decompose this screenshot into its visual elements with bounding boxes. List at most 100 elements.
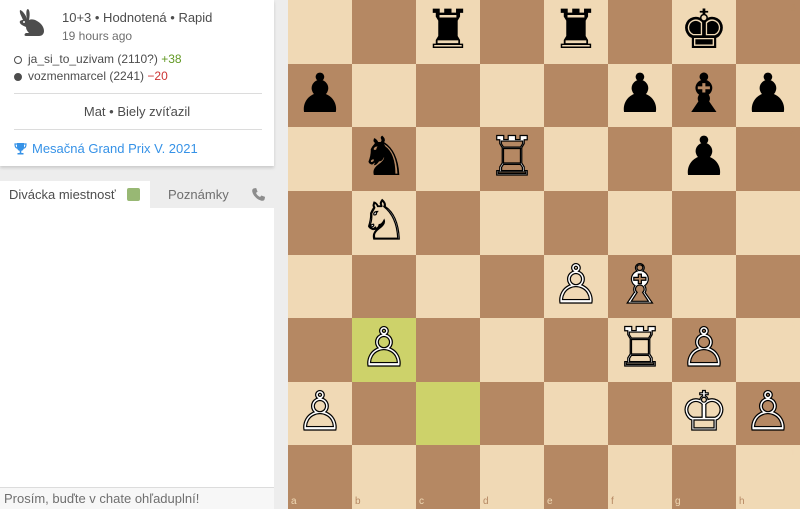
rabbit-icon	[19, 9, 44, 36]
chat-toggle-checkbox[interactable]	[127, 188, 140, 201]
file-label-c: c	[419, 496, 424, 507]
white-pawn-h2[interactable]: ♙	[736, 384, 800, 439]
square-c3[interactable]	[416, 318, 480, 383]
white-knight-b5[interactable]: ♘	[352, 193, 416, 248]
square-a4[interactable]	[288, 254, 352, 319]
square-d3[interactable]	[480, 318, 544, 383]
white-color-icon	[14, 56, 22, 64]
black-pawn-g6[interactable]: ♟	[672, 130, 736, 184]
black-bishop-g7[interactable]: ♝	[672, 66, 736, 121]
black-knight-b6[interactable]: ♞	[352, 130, 416, 184]
file-label-g: g	[675, 496, 681, 507]
square-c7[interactable]	[416, 63, 480, 128]
square-f2[interactable]	[608, 381, 672, 446]
square-a5[interactable]	[288, 190, 352, 255]
player-white-name[interactable]: ja_si_to_uzivam (2110?)	[28, 52, 158, 66]
square-f1[interactable]	[608, 445, 672, 509]
divider	[14, 129, 262, 130]
file-label-d: d	[483, 496, 489, 507]
rank-label-6: 6	[790, 130, 796, 142]
player-white[interactable]: ja_si_to_uzivam (2110?) +38	[14, 52, 182, 66]
white-rook-d6[interactable]: ♖	[480, 129, 544, 184]
black-rook-c8[interactable]: ♜	[416, 3, 480, 57]
file-label-f: f	[611, 496, 614, 507]
white-bishop-f4[interactable]: ♗	[608, 256, 672, 311]
tab-spectator-room[interactable]: Divácka miestnosť	[0, 181, 150, 208]
square-e6[interactable]	[544, 127, 608, 192]
square-a1[interactable]	[288, 445, 352, 509]
tab-notes-label: Poznámky	[168, 187, 229, 202]
game-setup: 10+3 • Hodnotená • Rapid	[62, 10, 213, 25]
chess-board[interactable]: 8 7 6 5 4 3 2 1 a b c d e f g h ♜ ♜ ♚ ♟ ♟ ♝ ♟ ♞ ♖ ♟ ♘ ♙ ♗ ♙ ♖ ♙ ♙ ♔ ♙	[288, 0, 800, 509]
square-d5[interactable]	[480, 190, 544, 255]
rank-label-8: 8	[790, 3, 796, 14]
tournament-link[interactable]: Mesačná Grand Prix V. 2021	[14, 141, 198, 156]
square-d2[interactable]	[480, 381, 544, 446]
black-pawn-h7[interactable]: ♟	[736, 66, 800, 121]
file-label-h: h	[739, 496, 745, 507]
square-e2[interactable]	[544, 381, 608, 446]
black-king-g8[interactable]: ♚	[672, 3, 736, 57]
player-black[interactable]: vozmenmarcel (2241) −20	[14, 69, 168, 83]
tab-spectator-room-label: Divácka miestnosť	[9, 187, 116, 202]
square-d8[interactable]	[480, 0, 544, 64]
rank-label-5: 5	[790, 193, 796, 205]
square-b8[interactable]	[352, 0, 416, 64]
file-label-b: b	[355, 496, 361, 507]
rank-label-3: 3	[790, 321, 796, 333]
white-pawn-e4[interactable]: ♙	[544, 256, 608, 311]
square-c5[interactable]	[416, 190, 480, 255]
square-g5[interactable]	[672, 190, 736, 255]
square-d7[interactable]	[480, 63, 544, 128]
square-d1[interactable]	[480, 445, 544, 509]
game-time-ago: 19 hours ago	[62, 29, 133, 43]
tab-notes[interactable]: Poznámky	[150, 181, 274, 208]
black-color-icon	[14, 73, 22, 81]
square-a8[interactable]	[288, 0, 352, 64]
square-a3[interactable]	[288, 318, 352, 383]
tournament-name[interactable]: Mesačná Grand Prix V. 2021	[32, 141, 198, 156]
game-result: Mat • Biely zvíťazil	[83, 104, 191, 119]
chat-input[interactable]: Prosím, buďte v chate ohľaduplní!	[0, 487, 274, 509]
player-black-name[interactable]: vozmenmarcel (2241)	[28, 69, 144, 83]
rank-label-1: 1	[790, 448, 796, 460]
chat-messages-area	[0, 208, 274, 487]
square-b7[interactable]	[352, 63, 416, 128]
game-info-card: 10+3 • Hodnotená • Rapid 19 hours ago ja…	[0, 0, 274, 166]
black-rook-e8[interactable]: ♜	[544, 3, 608, 57]
white-rook-f3[interactable]: ♖	[608, 320, 672, 375]
square-f5[interactable]	[608, 190, 672, 255]
divider	[14, 93, 262, 94]
square-g1[interactable]	[672, 445, 736, 509]
square-f6[interactable]	[608, 127, 672, 192]
player-white-rating-diff: +38	[161, 52, 182, 66]
square-c2[interactable]	[416, 381, 480, 446]
square-d4[interactable]	[480, 254, 544, 319]
trophy-icon	[14, 143, 27, 155]
square-c4[interactable]	[416, 254, 480, 319]
square-f8[interactable]	[608, 0, 672, 64]
file-label-a: a	[291, 496, 297, 507]
file-label-e: e	[547, 496, 553, 507]
square-b2[interactable]	[352, 381, 416, 446]
rank-label-4: 4	[790, 257, 796, 269]
square-b1[interactable]	[352, 445, 416, 509]
black-pawn-f7[interactable]: ♟	[608, 66, 672, 121]
square-e3[interactable]	[544, 318, 608, 383]
chat-input-placeholder: Prosím, buďte v chate ohľaduplní!	[4, 491, 200, 506]
square-e1[interactable]	[544, 445, 608, 509]
square-c1[interactable]	[416, 445, 480, 509]
white-pawn-a2[interactable]: ♙	[288, 384, 352, 439]
phone-icon[interactable]	[251, 187, 266, 202]
square-e7[interactable]	[544, 63, 608, 128]
square-b4[interactable]	[352, 254, 416, 319]
square-e5[interactable]	[544, 190, 608, 255]
chat-tabs: Divácka miestnosť Poznámky	[0, 181, 274, 208]
black-pawn-a7[interactable]: ♟	[288, 66, 352, 121]
white-pawn-g3[interactable]: ♙	[672, 320, 736, 375]
square-g4[interactable]	[672, 254, 736, 319]
white-pawn-b3[interactable]: ♙	[352, 320, 416, 375]
square-a6[interactable]	[288, 127, 352, 192]
white-king-g2[interactable]: ♔	[672, 384, 736, 439]
square-c6[interactable]	[416, 127, 480, 192]
